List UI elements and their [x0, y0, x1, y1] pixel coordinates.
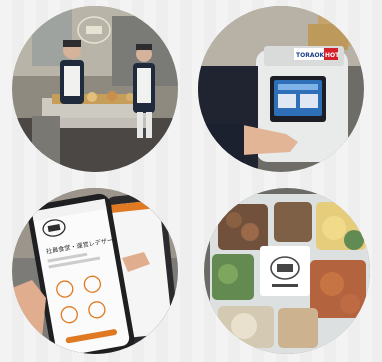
machine-hot-label: HOT [325, 52, 340, 59]
heating-machine-photo: TORAOKA HOT [198, 6, 364, 172]
kitchen-staff-photo [12, 6, 178, 172]
mobile-app-photo: 社員食堂・運営レデザー [12, 188, 178, 354]
bento-box-photo [204, 188, 370, 354]
